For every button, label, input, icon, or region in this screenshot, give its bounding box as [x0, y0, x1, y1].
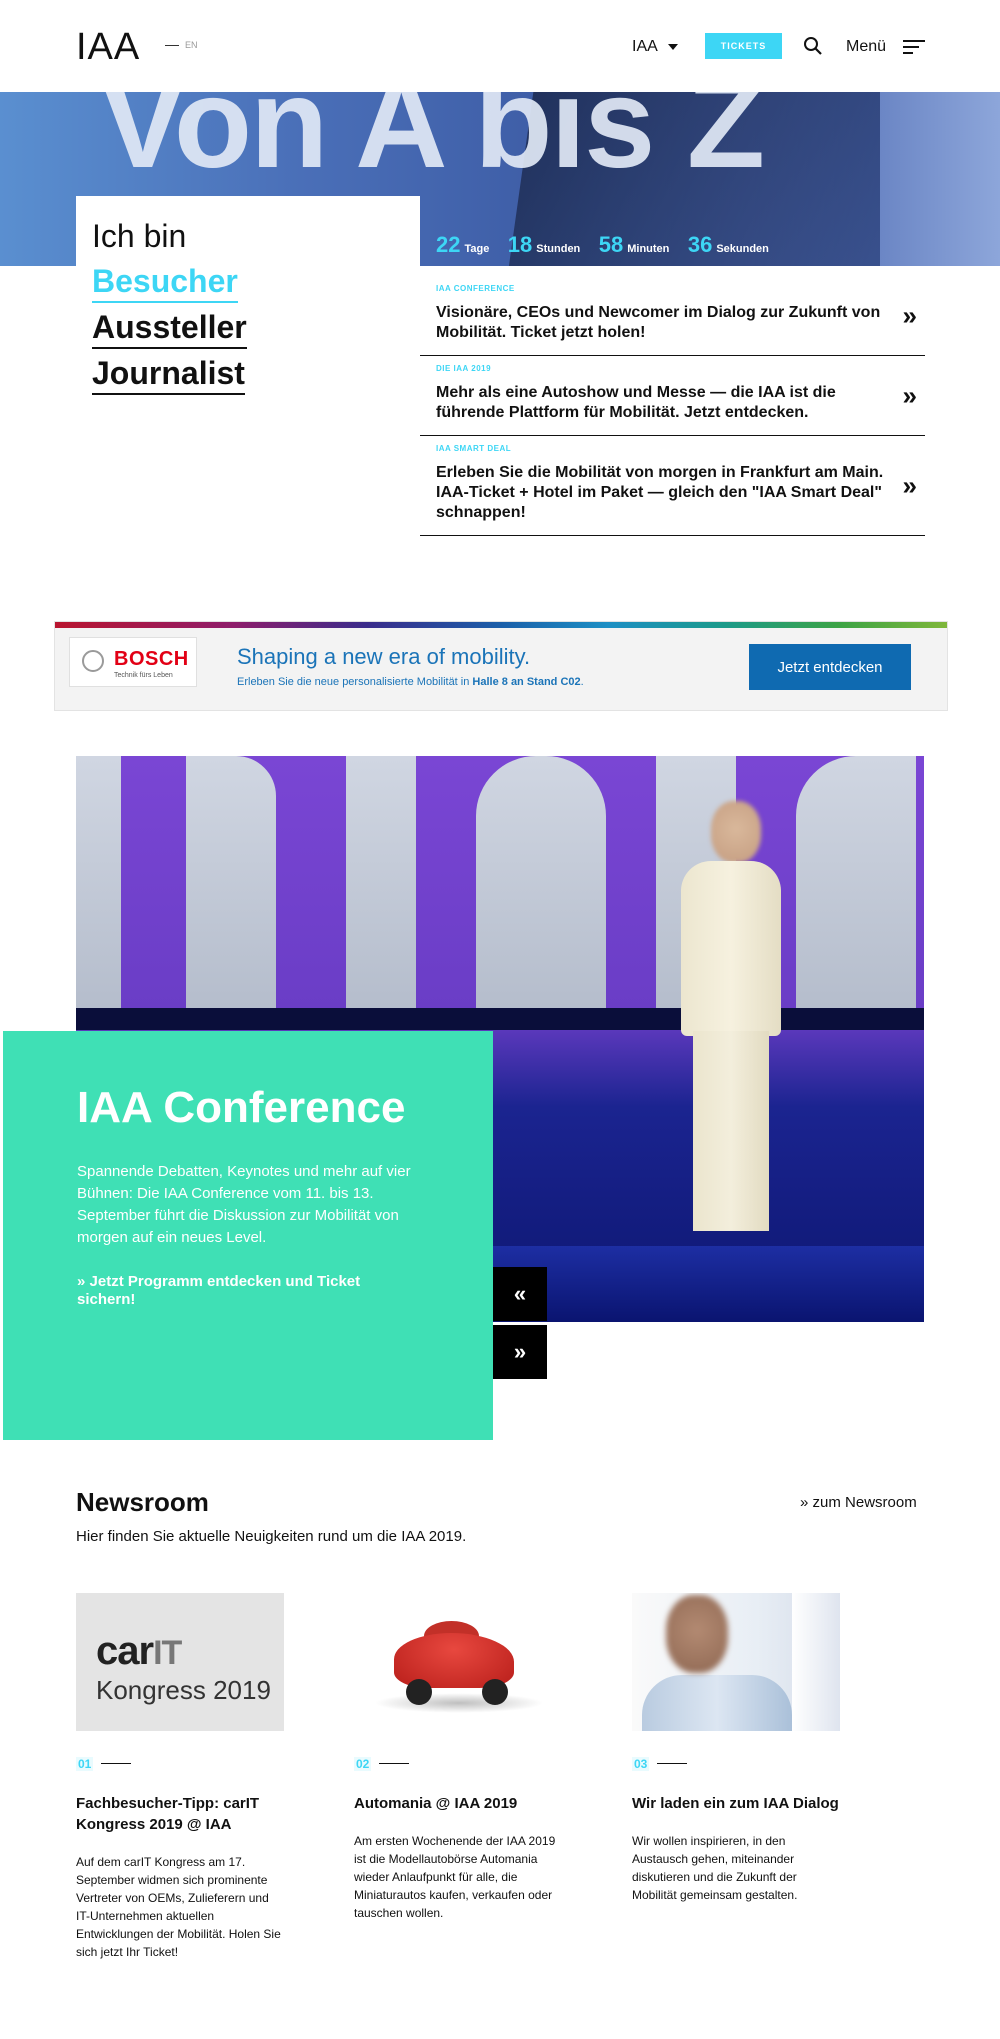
role-selector: Ich bin Besucher Aussteller Journalist: [76, 196, 420, 396]
stage-strip: [76, 1008, 924, 1030]
countdown-days: 22: [436, 232, 461, 257]
news-number-divider: [379, 1763, 410, 1765]
bosch-subline-location: Halle 8 an Stand C02: [472, 676, 581, 688]
countdown-minutes-label: Minuten: [627, 243, 670, 255]
role-journalist-link[interactable]: Journalist: [92, 353, 245, 395]
hamburger-icon[interactable]: [903, 40, 925, 54]
news-text: Am ersten Wochenende der IAA 2019 ist di…: [354, 1834, 556, 1920]
bosch-brand-name: BOSCH: [114, 648, 189, 670]
news-number: 01: [76, 1757, 94, 1771]
carit-logo-car: car: [96, 1629, 154, 1673]
countdown-timer: 22 Tage 18 Stunden 58 Minuten 36 Sekunden: [436, 232, 783, 258]
newsroom-title: Newsroom: [76, 1487, 209, 1517]
teaser-category: IAA CONFERENCE: [436, 284, 515, 293]
teaser-list: IAA CONFERENCE Visionäre, CEOs und Newco…: [420, 276, 925, 536]
search-icon[interactable]: [803, 36, 823, 56]
teaser-text: Visionäre, CEOs und Newcomer im Dialog z…: [436, 304, 881, 341]
news-number-divider: [657, 1763, 688, 1765]
stage-letters-backdrop: [76, 756, 924, 1008]
speaker-figure: [666, 801, 796, 1251]
hero-hand-image: [880, 92, 1000, 266]
teaser-text: Mehr als eine Autoshow und Messe — die I…: [436, 384, 836, 421]
hero-headline: Von A bis Z: [100, 92, 765, 195]
teaser-text: Erleben Sie die Mobilität von morgen in …: [436, 464, 884, 521]
nav-iaa-dropdown[interactable]: IAA: [632, 38, 678, 56]
bosch-ad-banner[interactable]: BOSCH Technik fürs Leben Shaping a new e…: [54, 621, 948, 711]
news-text: Auf dem carIT Kongress am 17. September …: [76, 1855, 281, 1959]
double-chevron-right-icon: »: [902, 300, 917, 330]
news-card[interactable]: carIT Kongress 2019 01 Fachbesucher-Tipp…: [76, 1593, 286, 1961]
teaser-category: IAA SMART DEAL: [436, 444, 512, 453]
news-image-model-car: [354, 1593, 562, 1731]
bosch-logo: BOSCH Technik fürs Leben: [69, 637, 197, 687]
role-exhibitor-link[interactable]: Aussteller: [92, 307, 247, 349]
conference-title: IAA Conference: [77, 1083, 406, 1132]
role-visitor-link[interactable]: Besucher: [92, 261, 238, 303]
news-title: Automania @ IAA 2019: [354, 1795, 518, 1812]
news-number: 02: [354, 1757, 372, 1771]
double-chevron-right-icon: »: [902, 380, 917, 410]
news-number-divider: [101, 1763, 132, 1765]
news-card[interactable]: 02 Automania @ IAA 2019 Am ersten Wochen…: [354, 1593, 564, 1922]
countdown-seconds-label: Sekunden: [716, 243, 769, 255]
language-switch[interactable]: EN: [165, 40, 198, 50]
bosch-headline: Shaping a new era of mobility.: [237, 644, 531, 669]
countdown-seconds: 36: [687, 232, 713, 257]
bosch-discover-button[interactable]: Jetzt entdecken: [749, 644, 911, 690]
teaser-category: DIE IAA 2019: [436, 364, 492, 373]
bosch-subline-prefix: Erleben Sie die neue personalisierte Mob…: [237, 676, 473, 688]
conference-description: Spannende Debatten, Keynotes und mehr au…: [77, 1163, 411, 1246]
bosch-subline: Erleben Sie die neue personalisierte Mob…: [237, 676, 584, 688]
site-header: IAA EN IAA TICKETS Menü: [0, 0, 1000, 92]
countdown-days-label: Tage: [464, 243, 490, 255]
countdown-hours: 18: [507, 232, 533, 257]
news-image-carit: carIT Kongress 2019: [76, 1593, 284, 1731]
news-image-portrait: [632, 1593, 840, 1731]
newsroom-subtitle: Hier finden Sie aktuelle Neuigkeiten run…: [76, 1528, 467, 1545]
menu-button[interactable]: Menü: [846, 38, 886, 56]
nav-iaa-label: IAA: [632, 38, 658, 55]
tickets-button[interactable]: TICKETS: [705, 33, 782, 59]
teaser-item[interactable]: IAA CONFERENCE Visionäre, CEOs und Newco…: [420, 276, 925, 356]
news-title: Fachbesucher-Tipp: carIT Kongress 2019 @…: [76, 1795, 260, 1833]
conference-card: IAA Conference Spannende Debatten, Keyno…: [3, 1031, 493, 1440]
slider-next-button[interactable]: »: [493, 1325, 547, 1379]
carit-logo-text: carIT: [96, 1629, 182, 1674]
slider-prev-button[interactable]: «: [493, 1267, 547, 1321]
countdown-hours-label: Stunden: [536, 243, 581, 255]
news-text: Wir wollen inspirieren, in den Austausch…: [632, 1834, 798, 1902]
countdown-minutes: 58: [598, 232, 624, 257]
news-number: 03: [632, 1757, 650, 1771]
conference-cta-link[interactable]: » Jetzt Programm entdecken und Ticket si…: [77, 1273, 360, 1308]
bosch-emblem-icon: [82, 650, 104, 672]
iaa-logo[interactable]: IAA: [76, 26, 140, 69]
bosch-color-bar: [55, 622, 947, 628]
double-chevron-right-icon: »: [902, 470, 917, 500]
news-title: Wir laden ein zum IAA Dialog: [632, 1795, 839, 1812]
role-selector-title: Ich bin: [92, 218, 187, 254]
carit-logo-it: IT: [153, 1634, 182, 1672]
carit-kongress-text: Kongress 2019: [96, 1675, 271, 1705]
teaser-item[interactable]: IAA SMART DEAL Erleben Sie die Mobilität…: [420, 436, 925, 536]
caret-down-icon: [667, 43, 678, 50]
bosch-subline-suffix: .: [580, 676, 584, 688]
bosch-tagline: Technik fürs Leben: [114, 672, 173, 679]
news-card[interactable]: 03 Wir laden ein zum IAA Dialog Wir woll…: [632, 1593, 842, 1904]
newsroom-more-link[interactable]: » zum Newsroom: [800, 1494, 917, 1511]
teaser-item[interactable]: DIE IAA 2019 Mehr als eine Autoshow und …: [420, 356, 925, 436]
